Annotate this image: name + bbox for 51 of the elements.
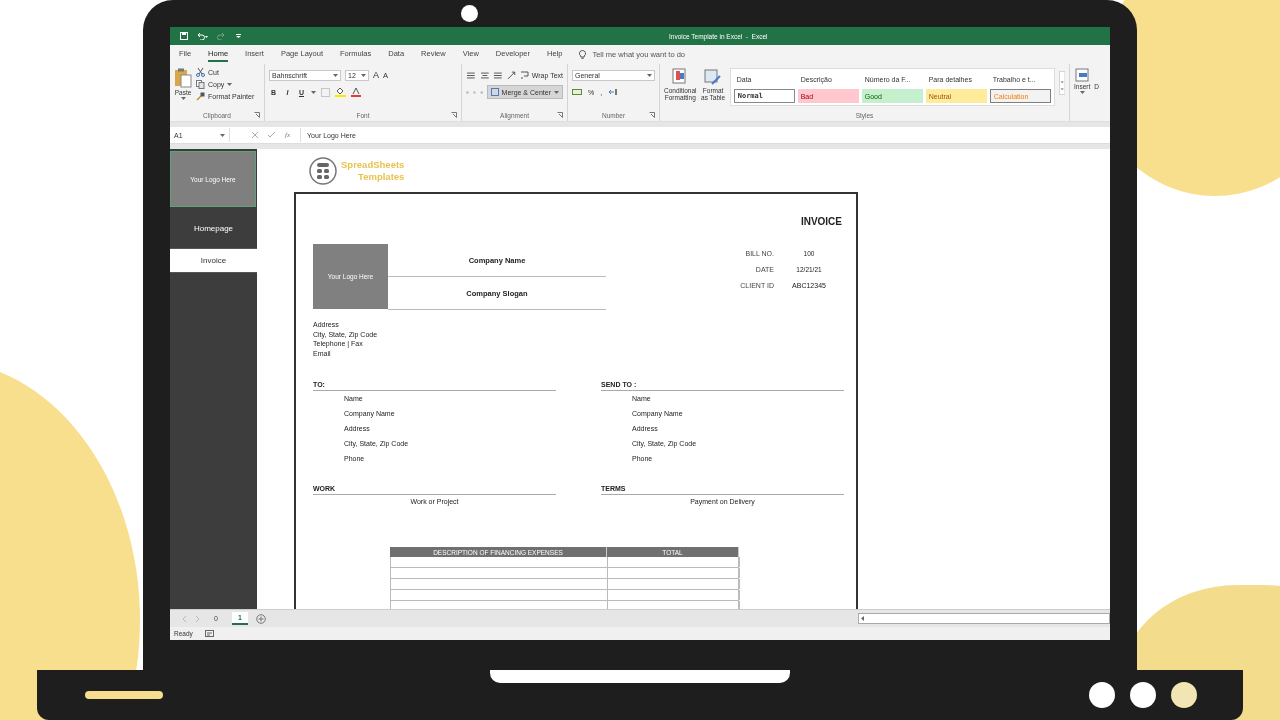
scroll-left-icon[interactable] — [859, 615, 866, 622]
clipboard-icon — [174, 68, 192, 88]
add-sheet-icon[interactable] — [255, 613, 266, 624]
caret-icon — [361, 73, 366, 77]
scissors-icon — [196, 68, 205, 77]
wrap-icon — [520, 71, 529, 79]
font-color-icon[interactable] — [351, 87, 361, 97]
caret-icon — [311, 90, 316, 94]
align-top-icon[interactable] — [466, 70, 476, 80]
caret-icon — [220, 133, 225, 137]
align-bottom-icon[interactable] — [493, 70, 504, 80]
horizontal-scrollbar[interactable] — [858, 613, 1110, 624]
camera-dot — [461, 5, 478, 22]
dialog-launcher-icon[interactable] — [254, 112, 260, 118]
indicator-dot — [1171, 682, 1197, 708]
caret-icon — [227, 83, 233, 86]
grow-font-button[interactable]: A — [373, 70, 379, 80]
orientation-icon[interactable] — [507, 70, 517, 80]
caret-icon — [1079, 91, 1085, 94]
caret-icon — [554, 90, 559, 94]
caret-icon — [333, 73, 338, 77]
dialog-launcher-icon[interactable] — [557, 112, 563, 118]
table-brush-icon — [704, 68, 723, 86]
brand-name: Templates — [358, 170, 405, 183]
lightbulb-icon — [579, 50, 587, 59]
indicator-dot — [1089, 682, 1115, 708]
align-middle-icon[interactable] — [479, 70, 490, 80]
customize-icon[interactable] — [236, 34, 241, 38]
merge-icon — [490, 88, 499, 96]
table-highlight-icon — [672, 68, 689, 86]
dialog-launcher-icon[interactable] — [451, 112, 457, 118]
invoice-title: INVOICE — [799, 216, 843, 229]
brand-logo-icon — [309, 155, 339, 186]
sidebar-item[interactable]: Invoice — [170, 249, 257, 273]
brush-icon — [196, 92, 205, 101]
copy-icon — [196, 80, 205, 89]
save-icon[interactable] — [180, 32, 188, 40]
scroll-arrows-icon[interactable] — [1058, 68, 1065, 98]
indicator-dot — [1130, 682, 1156, 708]
brand-name: SpreadSheets — [341, 158, 405, 171]
cancel-icon[interactable] — [252, 132, 258, 138]
check-icon[interactable] — [268, 132, 275, 138]
dialog-launcher-icon[interactable] — [649, 112, 655, 118]
caret-icon — [647, 73, 652, 77]
undo-icon[interactable] — [196, 32, 208, 40]
currency-icon[interactable] — [572, 88, 582, 96]
fill-bucket-icon[interactable] — [335, 87, 346, 97]
macro-icon[interactable] — [204, 630, 214, 637]
insert-cells-icon — [1075, 68, 1090, 82]
caret-icon — [180, 97, 186, 100]
decimal-icon[interactable] — [608, 88, 619, 96]
